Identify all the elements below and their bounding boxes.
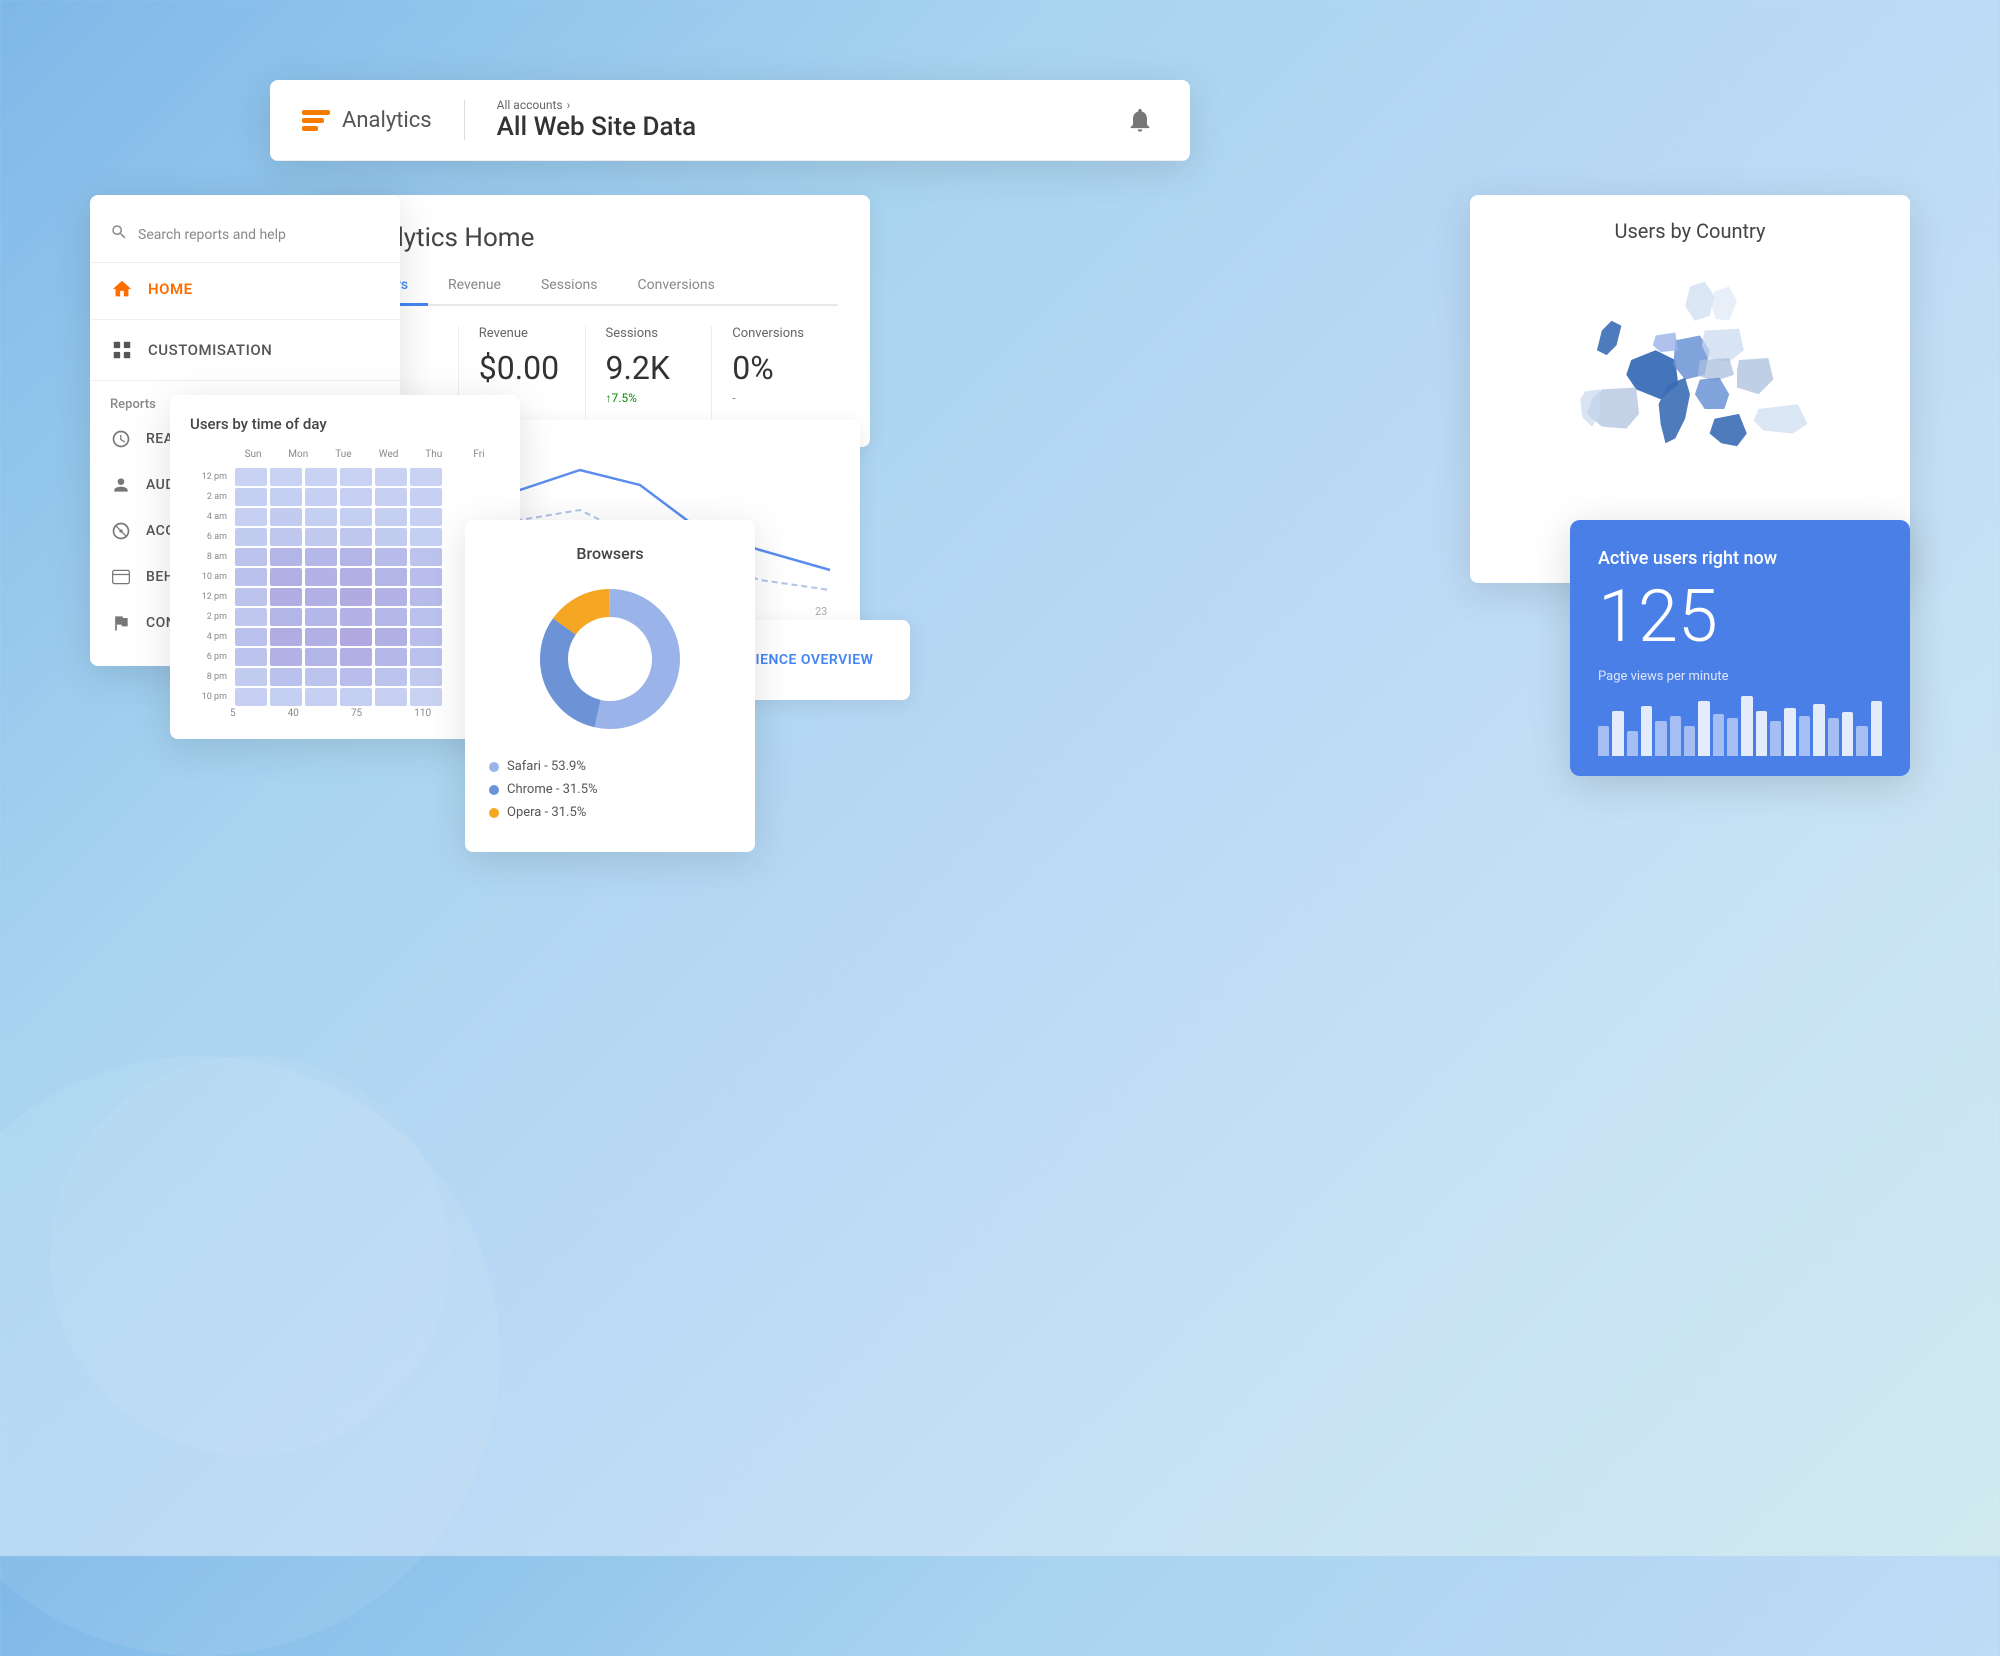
metric-label-sessions: Sessions [606, 326, 692, 341]
nav-item-home[interactable]: HOME [90, 263, 400, 315]
logo-bar-2 [302, 118, 324, 123]
legend-label-chrome: Chrome - 31.5% [507, 782, 598, 797]
legend-dot-safari [489, 762, 499, 772]
realtime-icon [110, 428, 132, 450]
analytics-logo: Analytics [302, 108, 432, 133]
metric-sessions: Sessions 9.2K ↑7.5% [606, 326, 713, 419]
header-divider [464, 100, 465, 140]
tab-revenue[interactable]: Revenue [428, 269, 521, 304]
sidebar-divider-1 [90, 319, 400, 320]
metric-value-conv: 0% [732, 349, 818, 387]
behaviour-icon [110, 566, 132, 588]
nav-label-home: HOME [148, 280, 193, 298]
audience-icon [110, 474, 132, 496]
legend-dot-opera [489, 808, 499, 818]
heatmap-rows: 12 pm2 am4 am6 am8 am10 am12 pm2 pm4 pm6… [190, 468, 500, 706]
bg-shape-2 [50, 1056, 450, 1456]
tab-sessions[interactable]: Sessions [521, 269, 618, 304]
country-card-title: Users by Country [1494, 219, 1886, 243]
conversions-icon [110, 612, 132, 634]
sidebar-divider-2 [90, 380, 400, 381]
nav-item-customisation[interactable]: CUSTOMISATION [90, 324, 400, 376]
breadcrumb-main: All Web Site Data [497, 112, 1102, 142]
metric-value-sessions: 9.2K [606, 349, 692, 387]
mini-bar-chart [1598, 696, 1882, 756]
svg-text:23: 23 [815, 605, 827, 618]
search-icon [110, 223, 128, 246]
metric-label-conversions: Conversions [732, 326, 818, 341]
metric-change-sessions: ↑7.5% [606, 391, 692, 405]
metric-label-revenue: Revenue [479, 326, 565, 341]
donut-card: Browsers Safari - 53.9% Chrome - 31.5% O… [465, 520, 755, 852]
europe-map-svg [1494, 259, 1886, 559]
active-users-count: 125 [1598, 581, 1882, 653]
analytics-home-title: Analytics Home [352, 223, 838, 253]
metric-change-conv: - [732, 391, 818, 405]
heatmap-axis: 54075110145 [190, 708, 500, 719]
donut-title: Browsers [489, 544, 731, 563]
acquisition-icon [110, 520, 132, 542]
metric-value-revenue: $0.00 [479, 349, 565, 387]
nav-label-customisation: CUSTOMISATION [148, 341, 272, 359]
legend-dot-chrome [489, 785, 499, 795]
logo-bar-1 [302, 110, 330, 115]
heatmap-title: Users by time of day [190, 415, 500, 433]
customisation-icon [110, 338, 134, 362]
legend-chrome: Chrome - 31.5% [489, 782, 731, 797]
donut-svg [530, 579, 690, 739]
legend-label-safari: Safari - 53.9% [507, 759, 586, 774]
search-row[interactable]: Search reports and help [90, 215, 400, 263]
active-users-title: Active users right now [1598, 548, 1882, 569]
legend-safari: Safari - 53.9% [489, 759, 731, 774]
analytics-header-top: Analytics All accounts › All Web Site Da… [270, 80, 1190, 161]
analytics-title: Analytics [342, 108, 432, 133]
header-breadcrumb: All accounts › All Web Site Data [497, 98, 1102, 142]
metric-conversions: Conversions 0% - [732, 326, 838, 419]
analytics-logo-icon [302, 110, 330, 131]
tab-conversions[interactable]: Conversions [618, 269, 735, 304]
legend-label-opera: Opera - 31.5% [507, 805, 586, 820]
active-users-card: Active users right now 125 Page views pe… [1570, 520, 1910, 776]
donut-container [489, 579, 731, 739]
logo-bar-3 [302, 126, 318, 131]
page-views-label: Page views per minute [1598, 669, 1882, 684]
home-icon [110, 277, 134, 301]
legend-opera: Opera - 31.5% [489, 805, 731, 820]
analytics-header-card: Analytics All accounts › All Web Site Da… [270, 80, 1190, 161]
bell-icon[interactable] [1122, 102, 1158, 138]
map-container [1494, 259, 1886, 559]
home-tabs: Users Revenue Sessions Conversions [352, 269, 838, 306]
search-placeholder: Search reports and help [138, 227, 286, 243]
breadcrumb-sub[interactable]: All accounts › [497, 98, 1102, 112]
